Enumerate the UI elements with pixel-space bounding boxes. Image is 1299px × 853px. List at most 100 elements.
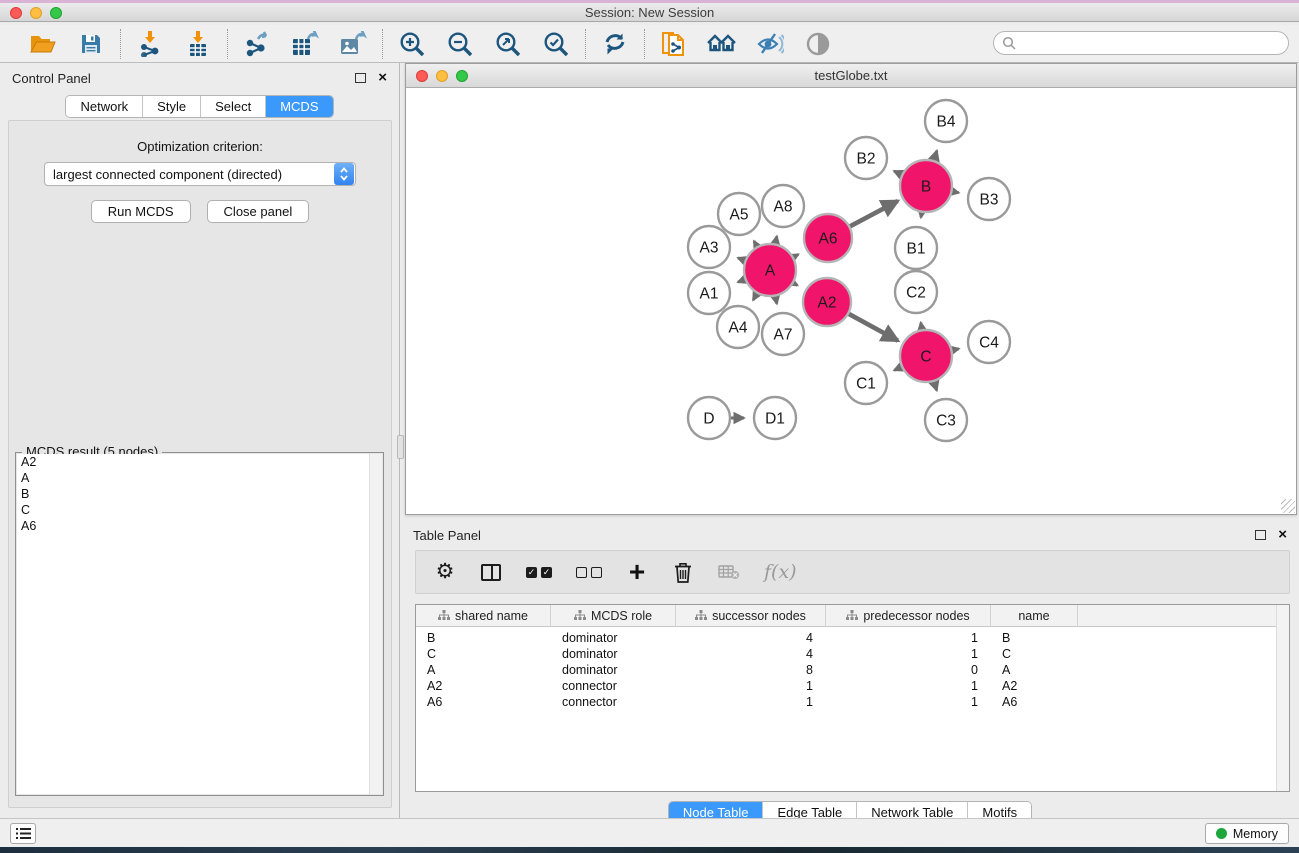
node-A[interactable]: A	[744, 244, 796, 296]
zoom-in-icon[interactable]	[397, 29, 427, 59]
table-cell[interactable]: A	[991, 662, 1078, 678]
table-cell[interactable]: 1	[826, 630, 991, 646]
zoom-selected-icon[interactable]	[541, 29, 571, 59]
close-panel-icon[interactable]: ×	[378, 73, 387, 83]
table-row[interactable]: Adominator80A	[416, 662, 1289, 678]
column-header-successor-nodes[interactable]: successor nodes	[676, 605, 826, 626]
show-columns-icon[interactable]	[480, 559, 502, 585]
export-table-icon[interactable]	[290, 29, 320, 59]
table-cell[interactable]: 0	[826, 662, 991, 678]
node-B1[interactable]: B1	[895, 227, 937, 269]
table-cell[interactable]: A	[416, 662, 551, 678]
edge-A6-B[interactable]	[847, 201, 898, 228]
table-row[interactable]: A2connector11A2	[416, 678, 1289, 694]
table-row[interactable]: Bdominator41B	[416, 630, 1289, 646]
export-network-icon[interactable]	[242, 29, 272, 59]
node-A2[interactable]: A2	[803, 278, 851, 326]
select-all-rows-icon[interactable]: ✓✓	[526, 559, 552, 585]
table-cell[interactable]: dominator	[551, 646, 676, 662]
table-cell[interactable]: 1	[676, 678, 826, 694]
table-row[interactable]: Cdominator41C	[416, 646, 1289, 662]
table-cell[interactable]: 1	[826, 694, 991, 710]
node-A7[interactable]: A7	[762, 313, 804, 355]
column-header-predecessor-nodes[interactable]: predecessor nodes	[826, 605, 991, 626]
node-C2[interactable]: C2	[895, 271, 937, 313]
show-hide-eye-icon[interactable]	[803, 29, 833, 59]
table-cell[interactable]: 1	[826, 646, 991, 662]
duplicate-network-icon[interactable]	[659, 29, 689, 59]
network-minimize-button[interactable]	[436, 70, 448, 82]
table-cell[interactable]: connector	[551, 678, 676, 694]
table-cell[interactable]: C	[416, 646, 551, 662]
memory-button[interactable]: Memory	[1205, 823, 1289, 844]
export-image-icon[interactable]	[338, 29, 368, 59]
deselect-all-rows-icon[interactable]	[576, 559, 602, 585]
network-maximize-button[interactable]	[456, 70, 468, 82]
close-window-button[interactable]	[10, 7, 22, 19]
import-table-icon[interactable]	[183, 29, 213, 59]
open-session-icon[interactable]	[28, 29, 58, 59]
node-A6[interactable]: A6	[804, 214, 852, 262]
table-cell[interactable]: connector	[551, 694, 676, 710]
node-A8[interactable]: A8	[762, 185, 804, 227]
table-cell[interactable]: C	[991, 646, 1078, 662]
mcds-result-item[interactable]: A	[17, 470, 382, 486]
mcds-result-item[interactable]: A6	[17, 518, 382, 534]
mcds-result-item[interactable]: B	[17, 486, 382, 502]
node-B2[interactable]: B2	[845, 137, 887, 179]
search-field[interactable]	[993, 31, 1289, 55]
table-cell[interactable]: dominator	[551, 630, 676, 646]
node-B[interactable]: B	[900, 160, 952, 212]
table-cell[interactable]: B	[991, 630, 1078, 646]
close-panel-button[interactable]: Close panel	[207, 200, 310, 223]
zoom-fit-icon[interactable]	[493, 29, 523, 59]
node-D1[interactable]: D1	[754, 397, 796, 439]
minimize-window-button[interactable]	[30, 7, 42, 19]
table-settings-gear-icon[interactable]: ⚙	[434, 559, 456, 585]
table-scrollbar[interactable]	[1276, 605, 1289, 791]
import-network-icon[interactable]	[135, 29, 165, 59]
network-canvas[interactable]: B4B2BB3B1A5A8A6A3AA1A2C2A4A7C4CC1DD1C3	[406, 89, 1296, 514]
panel-divider-grip[interactable]	[397, 435, 404, 459]
table-cell[interactable]: 4	[676, 630, 826, 646]
float-panel-icon[interactable]	[355, 73, 366, 83]
home-views-icon[interactable]	[707, 29, 737, 59]
node-A3[interactable]: A3	[688, 226, 730, 268]
network-close-button[interactable]	[416, 70, 428, 82]
node-A1[interactable]: A1	[688, 272, 730, 314]
mcds-result-scrollbar[interactable]	[369, 454, 382, 794]
refresh-icon[interactable]	[600, 29, 630, 59]
task-history-button[interactable]	[10, 823, 36, 844]
table-cell[interactable]: 1	[676, 694, 826, 710]
node-C[interactable]: C	[900, 330, 952, 382]
node-A4[interactable]: A4	[717, 306, 759, 348]
zoom-out-icon[interactable]	[445, 29, 475, 59]
tab-select[interactable]: Select	[201, 96, 266, 117]
criterion-select[interactable]: largest connected component (directed)	[44, 162, 356, 186]
delete-column-icon[interactable]	[672, 559, 694, 585]
window-resize-grip[interactable]	[1281, 499, 1295, 513]
mcds-result-item[interactable]: A2	[17, 454, 382, 470]
table-cell[interactable]: A6	[416, 694, 551, 710]
table-row[interactable]: A6connector11A6	[416, 694, 1289, 710]
node-C1[interactable]: C1	[845, 362, 887, 404]
search-input[interactable]	[1020, 34, 1288, 52]
table-cell[interactable]: A2	[416, 678, 551, 694]
column-header-MCDS-role[interactable]: MCDS role	[551, 605, 676, 626]
node-A5[interactable]: A5	[718, 193, 760, 235]
column-header-name[interactable]: name	[991, 605, 1078, 626]
tab-mcds[interactable]: MCDS	[266, 96, 332, 117]
node-B3[interactable]: B3	[968, 178, 1010, 220]
function-builder-button[interactable]: f(x)	[764, 559, 797, 585]
float-table-panel-icon[interactable]	[1255, 530, 1266, 540]
tab-style[interactable]: Style	[143, 96, 201, 117]
save-session-icon[interactable]	[76, 29, 106, 59]
column-header-shared-name[interactable]: shared name	[416, 605, 551, 626]
maximize-window-button[interactable]	[50, 7, 62, 19]
tab-network[interactable]: Network	[66, 96, 143, 117]
table-cell[interactable]: A6	[991, 694, 1078, 710]
node-D[interactable]: D	[688, 397, 730, 439]
node-C4[interactable]: C4	[968, 321, 1010, 363]
table-cell[interactable]: 1	[826, 678, 991, 694]
table-cell[interactable]: 4	[676, 646, 826, 662]
